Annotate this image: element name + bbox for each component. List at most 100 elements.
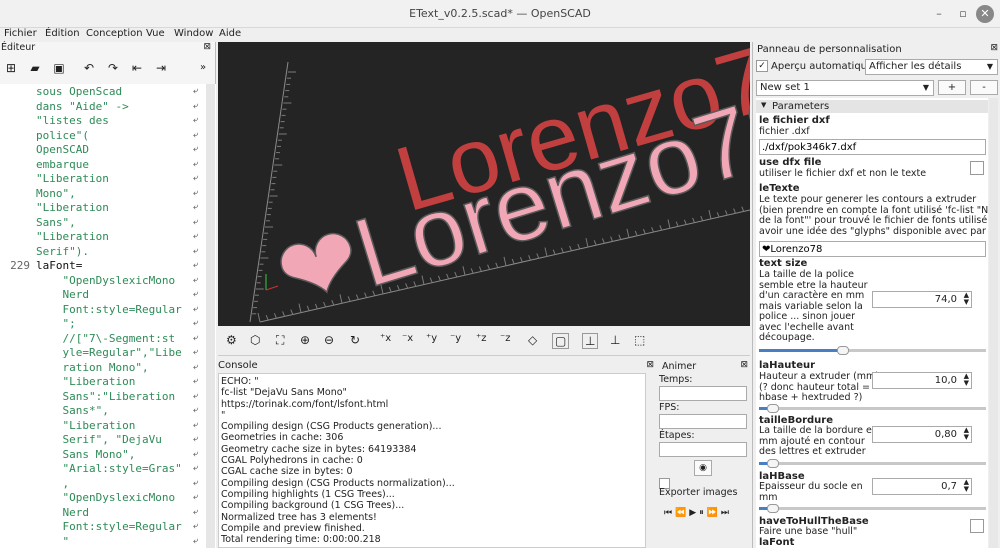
close-icon[interactable]: ⊠: [990, 43, 998, 53]
zoom-in-icon[interactable]: ⊕: [300, 333, 310, 347]
menu-aide[interactable]: Aide: [219, 28, 241, 39]
editor-scrollbar[interactable]: [206, 84, 215, 548]
save-icon[interactable]: ▣: [52, 61, 66, 75]
close-icon[interactable]: ⊠: [203, 42, 211, 52]
undo-icon[interactable]: ↶: [82, 61, 96, 75]
view-top-icon[interactable]: ⁺z: [476, 333, 487, 344]
view-left-icon[interactable]: ⁻x: [402, 333, 413, 344]
indent-icon[interactable]: ⇥: [154, 61, 168, 75]
code-line[interactable]: Font:style=Regular ⤶: [0, 519, 200, 534]
redo-icon[interactable]: ↷: [106, 61, 120, 75]
code-line[interactable]: yle=Regular","Libe ⤶: [0, 345, 200, 360]
zoom-out-icon[interactable]: ⊖: [324, 333, 334, 347]
remove-preset-button[interactable]: -: [970, 80, 998, 95]
show-edges-icon[interactable]: ⬚: [634, 333, 645, 347]
console-output[interactable]: ECHO: " fc-list "DejaVu Sans Mono" https:/…: [218, 373, 646, 548]
menu-edition[interactable]: Édition: [45, 28, 80, 39]
code-line[interactable]: "OpenDyslexicMono ⤶: [0, 490, 200, 505]
parameters-section-header[interactable]: ▼ Parameters: [756, 100, 988, 113]
base-height-spinbox[interactable]: 0,7 ▲ ▼: [872, 478, 972, 495]
border-size-spinbox[interactable]: 0,80 ▲ ▼: [872, 426, 972, 443]
menu-conception[interactable]: Conception: [86, 28, 143, 39]
code-line[interactable]: //["7\-Segment:st ⤶: [0, 331, 200, 346]
spin-arrows-icon[interactable]: ▲ ▼: [964, 427, 969, 441]
code-line[interactable]: " ⤶: [0, 534, 200, 548]
hull-base-checkbox[interactable]: [970, 519, 984, 533]
code-line[interactable]: ration Mono", ⤶: [0, 360, 200, 375]
code-line[interactable]: Nerd ⤶: [0, 287, 200, 302]
code-line[interactable]: Serif", "DejaVu ⤶: [0, 432, 200, 447]
reset-view-icon[interactable]: ↻: [350, 333, 360, 347]
menu-fichier[interactable]: Fichier: [4, 28, 37, 39]
more-icon[interactable]: »: [196, 61, 210, 75]
spin-arrows-icon[interactable]: ▲ ▼: [964, 479, 969, 493]
dxf-file-field[interactable]: [759, 139, 986, 155]
preview-icon[interactable]: ⚙: [226, 333, 237, 347]
code-line[interactable]: "Liberation ⤶: [0, 200, 200, 215]
close-icon[interactable]: ✕: [976, 5, 994, 23]
show-scale-icon[interactable]: ⊥: [610, 333, 620, 347]
view-all-icon[interactable]: ⛶: [276, 333, 284, 348]
code-line[interactable]: Font:style=Regular ⤶: [0, 302, 200, 317]
add-preset-button[interactable]: +: [938, 80, 966, 95]
unindent-icon[interactable]: ⇤: [130, 61, 144, 75]
code-line[interactable]: "; ⤶: [0, 316, 200, 331]
3d-viewport[interactable]: Lorenzo78 ❤Lorenzo78: [218, 42, 750, 326]
maximize-icon[interactable]: ▫: [954, 5, 972, 23]
code-line[interactable]: , ⤶: [0, 476, 200, 491]
code-line[interactable]: "Liberation ⤶: [0, 171, 200, 186]
code-line[interactable]: Mono", ⤶: [0, 186, 200, 201]
close-icon[interactable]: ⊠: [740, 360, 748, 370]
view-bottom-icon[interactable]: ⁻z: [500, 333, 511, 344]
code-line[interactable]: 229 laFont= ⤶: [0, 258, 200, 273]
base-height-slider[interactable]: [759, 504, 986, 513]
code-line[interactable]: police"(⤶: [0, 128, 200, 143]
spin-arrows-icon[interactable]: ▲ ▼: [964, 292, 969, 306]
menu-window[interactable]: Window: [174, 28, 213, 39]
show-axes-icon[interactable]: ⊥: [582, 333, 599, 349]
height-spinbox[interactable]: 10,0 ▲ ▼: [872, 372, 972, 389]
slider-thumb[interactable]: [766, 504, 779, 513]
slider-thumb[interactable]: [766, 459, 779, 468]
panel-scrollbar[interactable]: [989, 98, 998, 548]
text-size-slider[interactable]: [759, 346, 986, 355]
code-line[interactable]: "OpenDyslexicMono ⤶: [0, 273, 200, 288]
view-back-icon[interactable]: ⁺y: [426, 333, 437, 344]
border-size-slider[interactable]: [759, 459, 986, 468]
text-size-spinbox[interactable]: 74,0 ▲ ▼: [872, 291, 972, 308]
slider-thumb[interactable]: [766, 404, 779, 413]
code-line[interactable]: "Liberation ⤶: [0, 418, 200, 433]
code-line[interactable]: Sans*", ⤶: [0, 403, 200, 418]
code-line[interactable]: embarque ⤶: [0, 157, 200, 172]
fps-field[interactable]: [659, 414, 747, 429]
orthogonal-icon[interactable]: ▢: [552, 333, 570, 349]
code-line[interactable]: Sans", ⤶: [0, 215, 200, 230]
code-line[interactable]: Serif"). ⤶: [0, 244, 200, 259]
pause-icon[interactable]: ◉: [694, 460, 712, 476]
code-line[interactable]: Sans":"Liberation ⤶: [0, 389, 200, 404]
view-front-icon[interactable]: ⁻y: [450, 333, 461, 344]
text-field[interactable]: [759, 241, 986, 257]
time-field[interactable]: [659, 386, 747, 401]
steps-field[interactable]: [659, 442, 747, 457]
render-icon[interactable]: ⬡: [250, 333, 260, 347]
details-select[interactable]: Afficher les détails ▼: [865, 59, 998, 75]
close-icon[interactable]: ⊠: [646, 360, 654, 370]
preset-select[interactable]: New set 1 ▼: [756, 80, 934, 96]
code-editor[interactable]: sous OpenScad ⤶ dans "Aide" -> ⤶ "listes des…: [0, 84, 216, 548]
code-line[interactable]: sous OpenScad ⤶: [0, 84, 200, 99]
open-folder-icon[interactable]: ▰: [28, 61, 42, 75]
menu-vue[interactable]: Vue: [146, 28, 165, 39]
code-line[interactable]: Nerd ⤶: [0, 505, 200, 520]
perspective-icon[interactable]: ◇: [528, 333, 537, 347]
playback-controls-icon[interactable]: ⏮⏪▶⏸⏩⏭: [664, 508, 732, 518]
new-file-icon[interactable]: ⊞: [4, 61, 18, 75]
slider-thumb[interactable]: [836, 346, 849, 355]
height-slider[interactable]: [759, 404, 986, 413]
view-right-icon[interactable]: ⁺x: [380, 333, 391, 344]
spin-arrows-icon[interactable]: ▲ ▼: [964, 373, 969, 387]
code-line[interactable]: OpenSCAD ⤶: [0, 142, 200, 157]
code-line[interactable]: dans "Aide" -> ⤶: [0, 99, 200, 114]
code-line[interactable]: "Liberation ⤶: [0, 229, 200, 244]
code-line[interactable]: "listes des ⤶: [0, 113, 200, 128]
